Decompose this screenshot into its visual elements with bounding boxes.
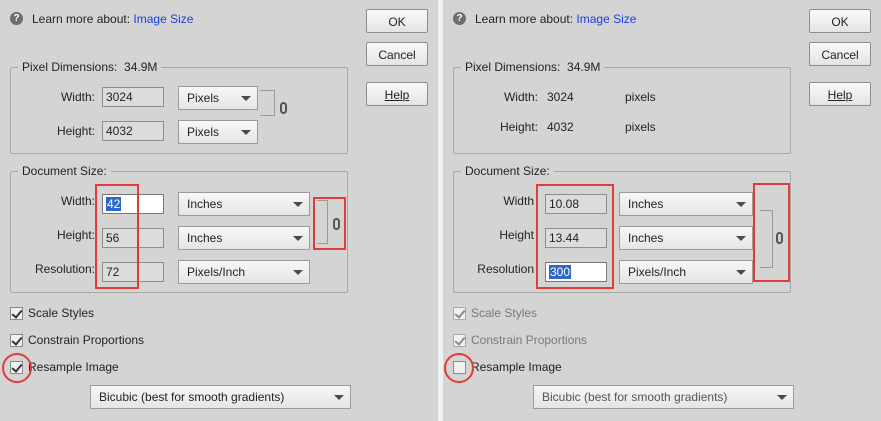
image-size-dialog-right: ? Learn more about: Image Size OK Cancel… xyxy=(443,0,881,421)
learn-more-link[interactable]: Image Size xyxy=(576,12,636,26)
doc-width-label: Width xyxy=(503,194,534,208)
doc-resolution-unit-dropdown[interactable]: Pixels/Inch xyxy=(178,260,310,284)
dropdown-caret-icon xyxy=(334,395,344,400)
dropdown-caret-icon xyxy=(241,130,251,135)
highlight-resample-checkbox xyxy=(2,353,32,383)
dropdown-caret-icon xyxy=(736,236,746,241)
dropdown-caret-icon xyxy=(736,202,746,207)
pixel-height-unit: pixels xyxy=(625,120,656,134)
constrain-proportions-label: Constrain Proportions xyxy=(28,333,145,347)
doc-width-unit-dropdown[interactable]: Inches xyxy=(619,192,753,216)
highlight-doc-fields xyxy=(536,184,614,289)
highlight-chain xyxy=(753,183,790,282)
help-button[interactable]: Help xyxy=(809,82,871,106)
pixel-chain-line xyxy=(260,90,275,116)
doc-width-unit-dropdown[interactable]: Inches xyxy=(178,192,310,216)
pixel-dimensions-label: Pixel Dimensions: 34.9M xyxy=(461,60,605,74)
dropdown-caret-icon xyxy=(293,236,303,241)
image-size-dialog-left: ? Learn more about: Image Size OK Cancel… xyxy=(0,0,438,421)
document-size-label: Document Size: xyxy=(461,164,554,178)
pixel-dimensions-label: Pixel Dimensions: 34.9M xyxy=(18,60,162,74)
pixel-height-field[interactable]: 4032 xyxy=(102,121,164,141)
learn-more-link[interactable]: Image Size xyxy=(133,12,193,26)
doc-height-label: Height xyxy=(499,228,534,242)
highlight-chain xyxy=(313,197,346,250)
dropdown-caret-icon xyxy=(777,395,787,400)
pixel-height-label: Height: xyxy=(499,120,538,134)
cancel-button[interactable]: Cancel xyxy=(809,42,871,66)
dropdown-caret-icon xyxy=(293,270,303,275)
pixel-width-label: Width: xyxy=(503,90,538,104)
learn-more: Learn more about: Image Size xyxy=(475,12,637,26)
pixel-dimensions-group xyxy=(453,67,791,154)
doc-height-label: Height: xyxy=(56,228,95,242)
doc-resolution-unit-dropdown[interactable]: Pixels/Inch xyxy=(619,260,753,284)
constrain-proportions-checkbox[interactable] xyxy=(453,334,466,347)
resample-method-dropdown[interactable]: Bicubic (best for smooth gradients) xyxy=(90,385,351,409)
highlight-resample-checkbox xyxy=(444,353,474,383)
scale-styles-label: Scale Styles xyxy=(471,306,538,320)
pixel-width-unit: pixels xyxy=(625,90,656,104)
highlight-doc-fields xyxy=(95,184,139,289)
pixel-width-value: 3024 xyxy=(547,90,574,104)
help-icon: ? xyxy=(10,12,23,25)
document-size-label: Document Size: xyxy=(18,164,111,178)
dropdown-caret-icon xyxy=(736,270,746,275)
doc-resolution-label: Resolution: xyxy=(34,262,95,276)
resample-method-dropdown[interactable]: Bicubic (best for smooth gradients) xyxy=(533,385,794,409)
learn-more: Learn more about: Image Size xyxy=(32,12,194,26)
resample-image-label: Resample Image xyxy=(471,360,562,374)
doc-height-unit-dropdown[interactable]: Inches xyxy=(178,226,310,250)
scale-styles-checkbox[interactable] xyxy=(453,307,466,320)
ok-button[interactable]: OK xyxy=(809,9,871,33)
chain-link-icon xyxy=(280,102,287,114)
pixel-width-unit-dropdown[interactable]: Pixels xyxy=(178,86,258,110)
constrain-proportions-label: Constrain Proportions xyxy=(471,333,588,347)
pixel-height-value: 4032 xyxy=(547,120,574,134)
dropdown-caret-icon xyxy=(293,202,303,207)
pixel-height-unit-dropdown[interactable]: Pixels xyxy=(178,120,258,144)
help-button[interactable]: Help xyxy=(366,82,428,106)
scale-styles-label: Scale Styles xyxy=(28,306,95,320)
help-icon: ? xyxy=(453,12,466,25)
scale-styles-checkbox[interactable] xyxy=(10,307,23,320)
pixel-width-field[interactable]: 3024 xyxy=(102,87,164,107)
dropdown-caret-icon xyxy=(241,96,251,101)
ok-button[interactable]: OK xyxy=(366,9,428,33)
doc-resolution-label: Resolution xyxy=(477,262,534,276)
pixel-height-label: Height: xyxy=(56,124,95,138)
doc-height-unit-dropdown[interactable]: Inches xyxy=(619,226,753,250)
pixel-width-label: Width: xyxy=(60,90,95,104)
doc-width-label: Width: xyxy=(60,194,95,208)
constrain-proportions-checkbox[interactable] xyxy=(10,334,23,347)
resample-image-label: Resample Image xyxy=(28,360,119,374)
cancel-button[interactable]: Cancel xyxy=(366,42,428,66)
